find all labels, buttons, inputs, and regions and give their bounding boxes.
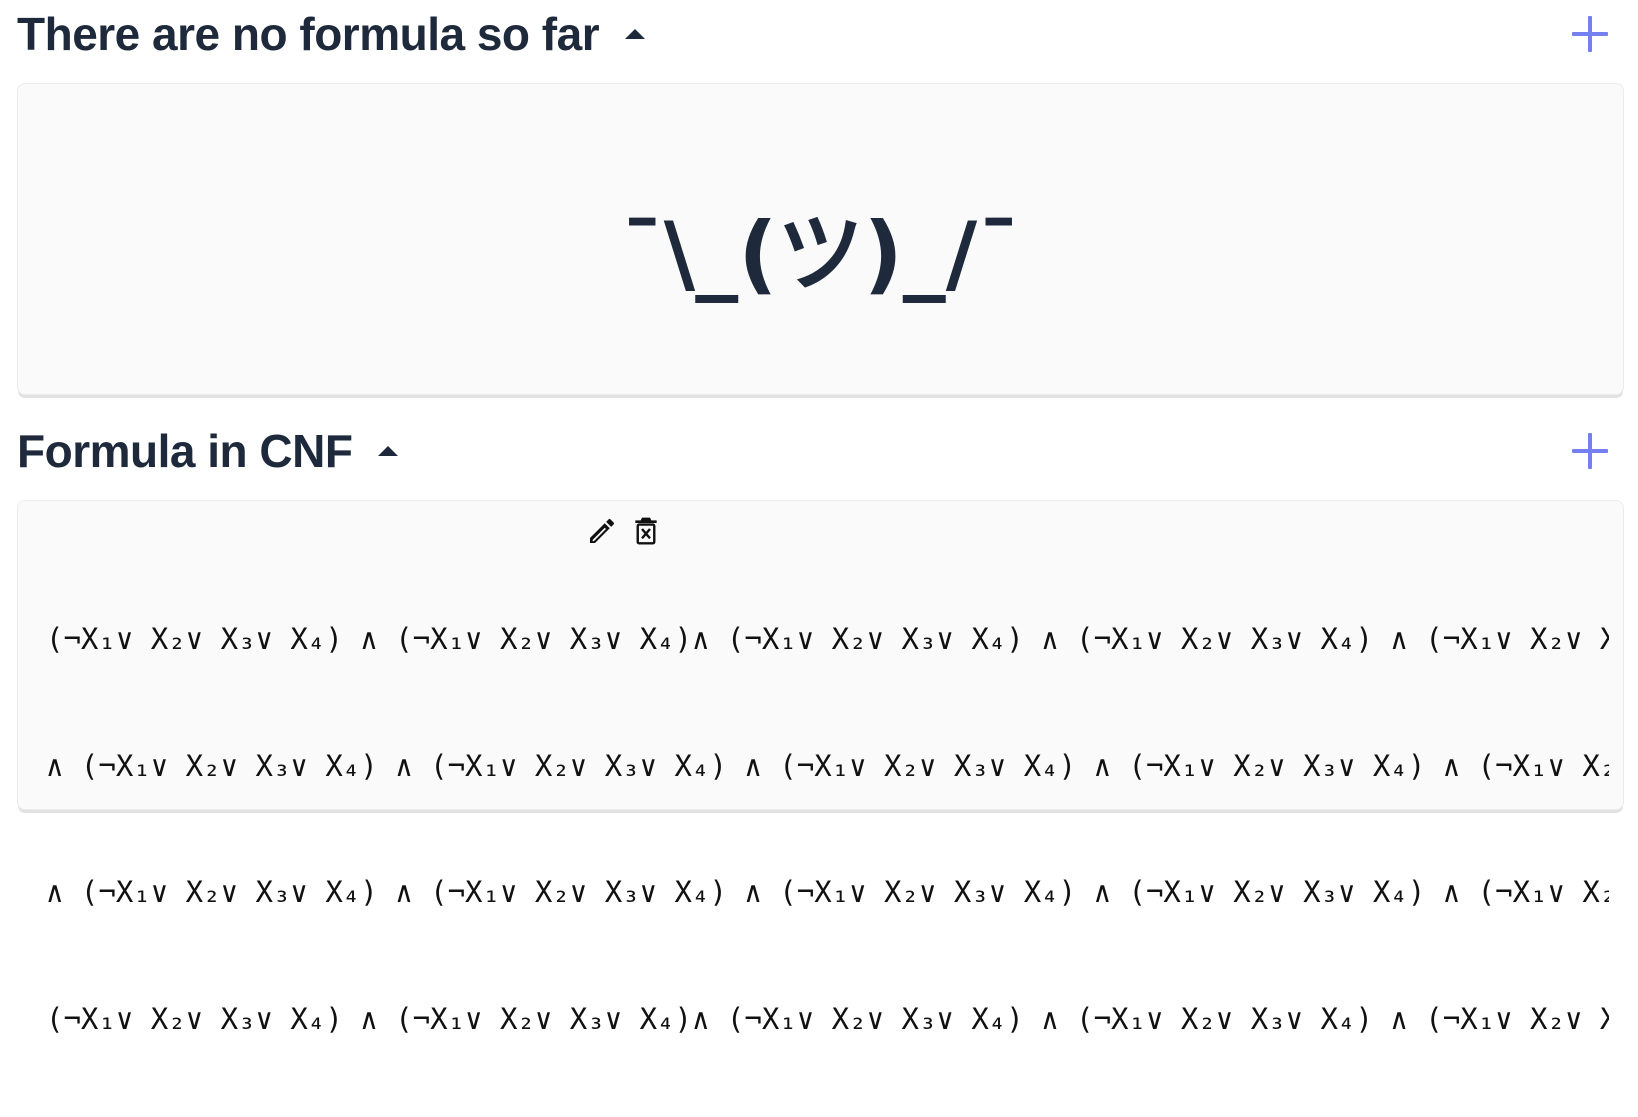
- empty-section-header: There are no formula so far: [17, 4, 1612, 64]
- section-title-cnf: Formula in CNF: [17, 425, 353, 477]
- cnf-formula-card: (¬X₁∨ X₂∨ X₃∨ X₄) ∧ (¬X₁∨ X₂∨ X₃∨ X₄)∧ (…: [17, 500, 1624, 1036]
- add-formula-button[interactable]: [1568, 12, 1612, 56]
- formula-line: (¬X₁∨ X₂∨ X₃∨ X₄) ∧ (¬X₁∨ X₂∨ X₃∨ X₄)∧ (…: [46, 622, 1609, 656]
- caret-up-icon[interactable]: [625, 29, 646, 39]
- formula-line: (¬X₁∨ X₂∨ X₃∨ X₄) ∧ (¬X₁∨ X₂∨ X₃∨ X₄)∧ (…: [46, 1002, 1609, 1036]
- formula-line: ∧ (¬X₁∨ X₂∨ X₃∨ X₄) ∧ (¬X₁∨ X₂∨ X₃∨ X₄) …: [46, 749, 1609, 783]
- shrug-emoticon: ¯\_(ツ)_/¯: [620, 203, 1021, 304]
- add-cnf-formula-button[interactable]: [1568, 429, 1612, 473]
- cnf-section-header: Formula in CNF: [17, 421, 1612, 481]
- caret-up-icon[interactable]: [378, 446, 399, 456]
- section-title-empty: There are no formula so far: [17, 8, 600, 60]
- formula-line: ∧ (¬X₁∨ X₂∨ X₃∨ X₄) ∧ (¬X₁∨ X₂∨ X₃∨ X₄) …: [46, 875, 1609, 909]
- cnf-formula: (¬X₁∨ X₂∨ X₃∨ X₄) ∧ (¬X₁∨ X₂∨ X₃∨ X₄)∧ (…: [46, 541, 1609, 1117]
- empty-formula-card: ¯\_(ツ)_/¯: [17, 83, 1624, 395]
